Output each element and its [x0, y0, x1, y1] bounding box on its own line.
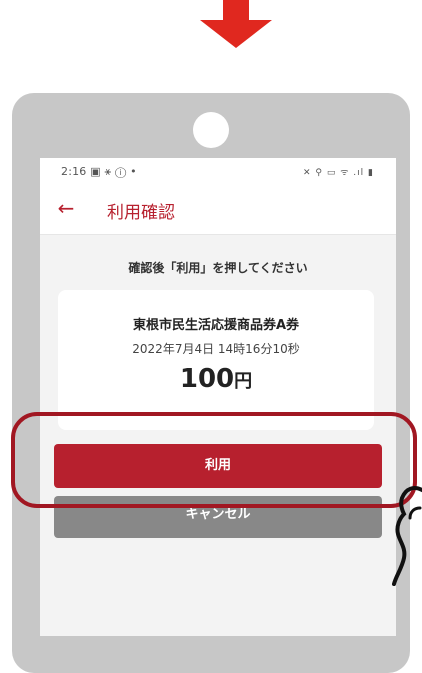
instruction-text: 確認後「利用」を押してください [128, 261, 308, 275]
down-arrow-icon [200, 0, 272, 48]
page-title: 利用確認 [107, 203, 175, 223]
status-bar: 2:16 ▣ ⚹ ⓘ • ✕ ⚲ ▭ ᯤ .ıl ▮ [40, 158, 396, 184]
back-arrow-icon: ← [57, 196, 75, 220]
use-button[interactable]: 利用 [54, 444, 382, 488]
back-button[interactable]: ← [54, 196, 78, 220]
status-icons: ✕ ⚲ ▭ ᯤ .ıl ▮ [303, 168, 374, 178]
cancel-button[interactable]: キャンセル [54, 496, 382, 538]
app-bar: ← 利用確認 [40, 184, 396, 235]
ticket-name: 東根市民生活応援商品券A券 [132, 318, 300, 333]
front-camera [193, 112, 229, 148]
amount-value: 100 [179, 364, 235, 394]
pointing-hand-icon [392, 486, 422, 586]
ticket-amount: 100円 [58, 364, 374, 394]
ticket-card: 東根市民生活応援商品券A券 2022年7月4日 14時16分10秒 100円 [58, 290, 374, 430]
amount-unit: 円 [234, 371, 253, 392]
ticket-datetime: 2022年7月4日 14時16分10秒 [132, 342, 300, 356]
phone-screen: 2:16 ▣ ⚹ ⓘ • ✕ ⚲ ▭ ᯤ .ıl ▮ ← 利用確認 確認後「利用… [40, 158, 396, 636]
status-time: 2:16 ▣ ⚹ ⓘ • [61, 165, 137, 178]
